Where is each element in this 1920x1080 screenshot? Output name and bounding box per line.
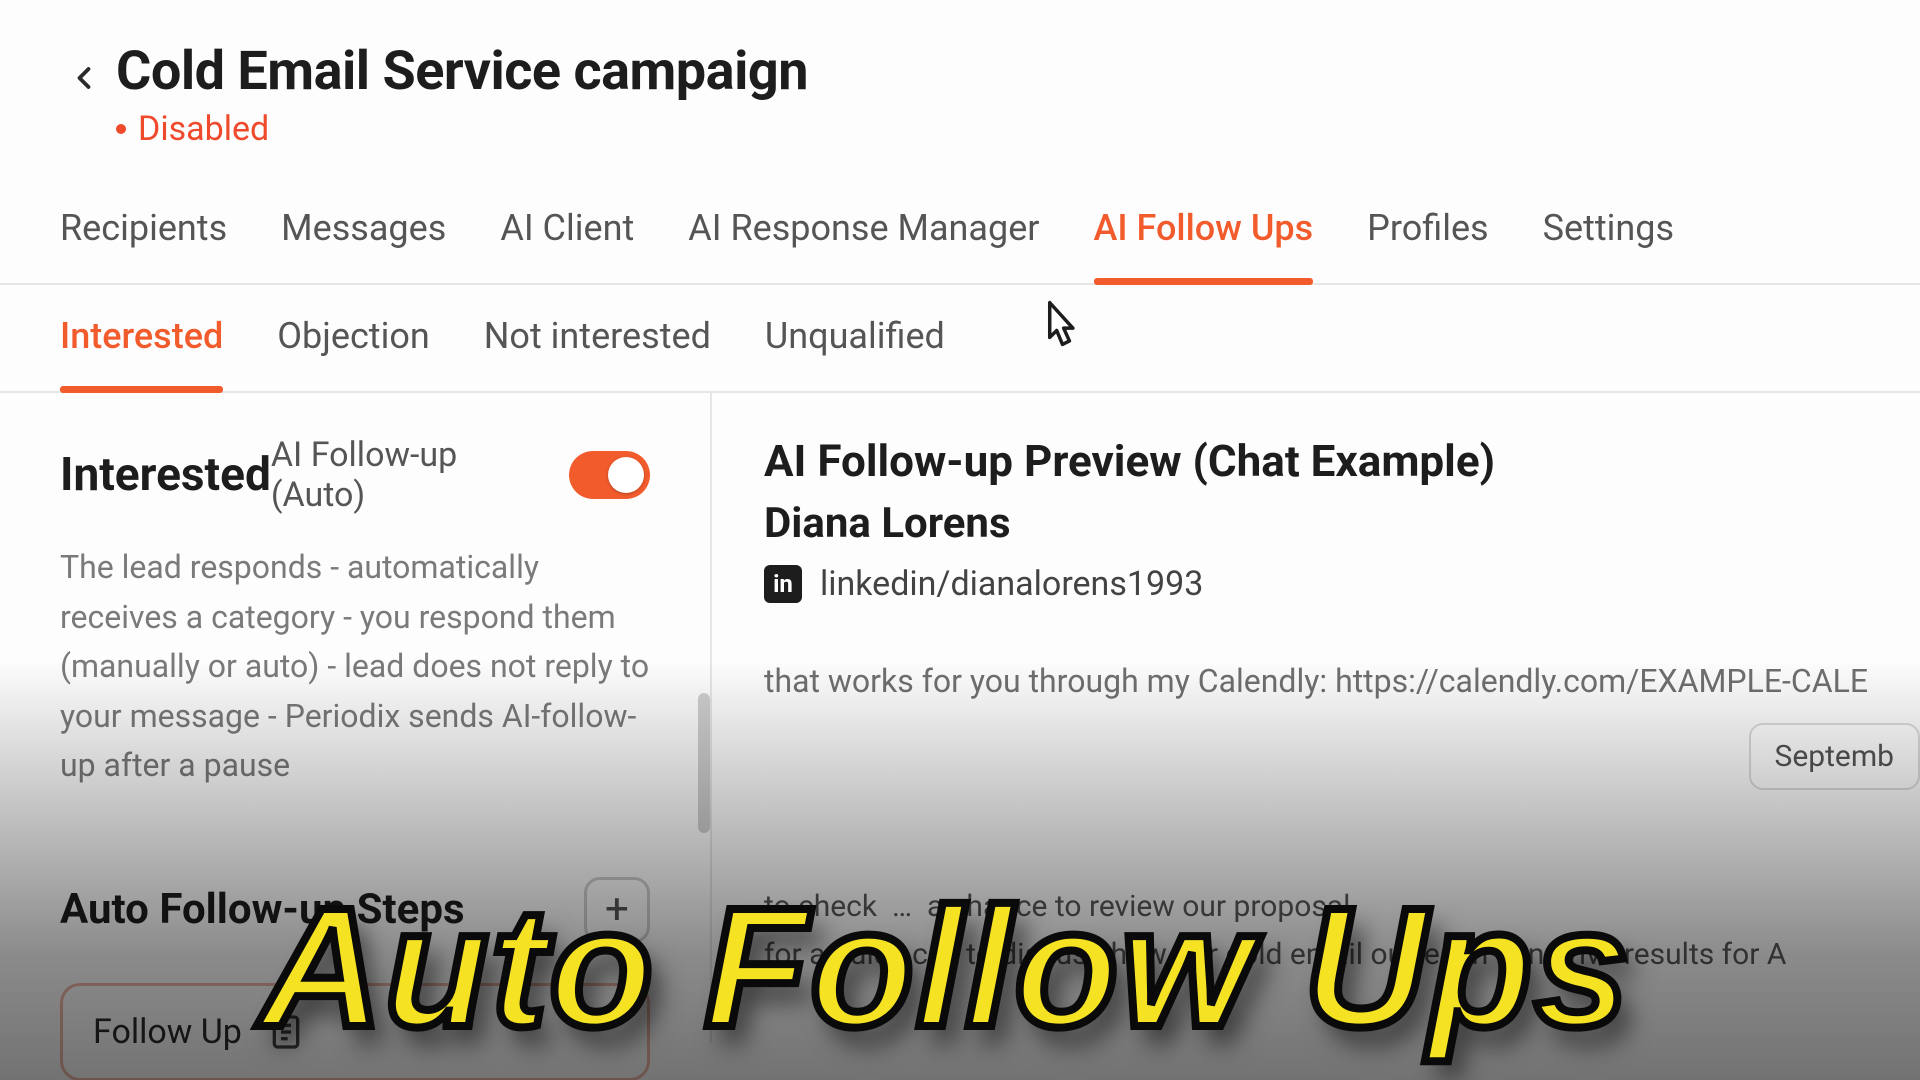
linkedin-icon: in <box>764 565 802 603</box>
category-row: Interested AI Follow-up (Auto) <box>60 435 650 515</box>
toggle-label: AI Follow-up (Auto) <box>271 435 545 515</box>
status-dot-icon <box>116 124 126 134</box>
category-description: The lead responds - automatically receiv… <box>60 543 650 791</box>
reply-snippet: to check … a chance to review our propos… <box>764 883 1920 979</box>
steps-row: Auto Follow-up Steps + <box>60 877 650 943</box>
primary-nav: Recipients Messages AI Client AI Respons… <box>0 179 1920 285</box>
toggle-knob-icon <box>608 457 644 493</box>
left-column: Interested AI Follow-up (Auto) The lead … <box>0 393 712 1043</box>
content-area: Interested AI Follow-up (Auto) The lead … <box>0 393 1920 1043</box>
step-label: Follow Up <box>93 1012 242 1052</box>
subtab-interested[interactable]: Interested <box>60 315 223 391</box>
secondary-nav: Interested Objection Not interested Unqu… <box>0 285 1920 393</box>
tab-settings[interactable]: Settings <box>1543 207 1674 283</box>
steps-title: Auto Follow-up Steps <box>60 885 465 934</box>
linkedin-row: in linkedin/dianalorens1993 <box>764 564 1868 604</box>
back-button[interactable] <box>60 54 108 102</box>
right-column: AI Follow-up Preview (Chat Example) Dian… <box>712 393 1920 1043</box>
tab-messages[interactable]: Messages <box>281 207 446 283</box>
chevron-left-icon <box>66 60 102 96</box>
header: Cold Email Service campaign Disabled <box>0 0 1920 179</box>
title-block: Cold Email Service campaign Disabled <box>116 40 808 149</box>
ai-followup-toggle[interactable] <box>569 451 650 499</box>
tab-ai-client[interactable]: AI Client <box>500 207 634 283</box>
reply-line-1a: to check <box>764 889 877 924</box>
tab-recipients[interactable]: Recipients <box>60 207 227 283</box>
document-icon <box>266 1012 306 1052</box>
scrollbar[interactable] <box>698 693 710 833</box>
status-text: Disabled <box>138 109 269 149</box>
subtab-objection[interactable]: Objection <box>277 315 429 391</box>
message-snippet: that works for you through my Calendly: … <box>764 658 1868 704</box>
tab-ai-follow-ups[interactable]: AI Follow Ups <box>1094 207 1314 283</box>
preview-person-name: Diana Lorens <box>764 499 1868 548</box>
linkedin-handle: linkedin/dianalorens1993 <box>820 564 1203 604</box>
category-title: Interested <box>60 448 271 502</box>
tab-profiles[interactable]: Profiles <box>1367 207 1488 283</box>
tab-ai-response-manager[interactable]: AI Response Manager <box>688 207 1039 283</box>
reply-line-1b: a chance to review our proposal <box>927 889 1350 924</box>
status-line: Disabled <box>116 109 808 149</box>
step-card[interactable]: Follow Up <box>60 983 650 1080</box>
toggle-group: AI Follow-up (Auto) <box>271 435 650 515</box>
reply-line-2: for a quick call to discuss how our cold… <box>764 937 1786 972</box>
preview-title: AI Follow-up Preview (Chat Example) <box>764 435 1868 487</box>
date-chip: Septemb <box>1749 723 1920 790</box>
subtab-not-interested[interactable]: Not interested <box>484 315 711 391</box>
subtab-unqualified[interactable]: Unqualified <box>765 315 945 391</box>
add-step-button[interactable]: + <box>584 877 650 943</box>
campaign-title: Cold Email Service campaign <box>116 40 808 103</box>
app-root: Cold Email Service campaign Disabled Rec… <box>0 0 1920 1080</box>
